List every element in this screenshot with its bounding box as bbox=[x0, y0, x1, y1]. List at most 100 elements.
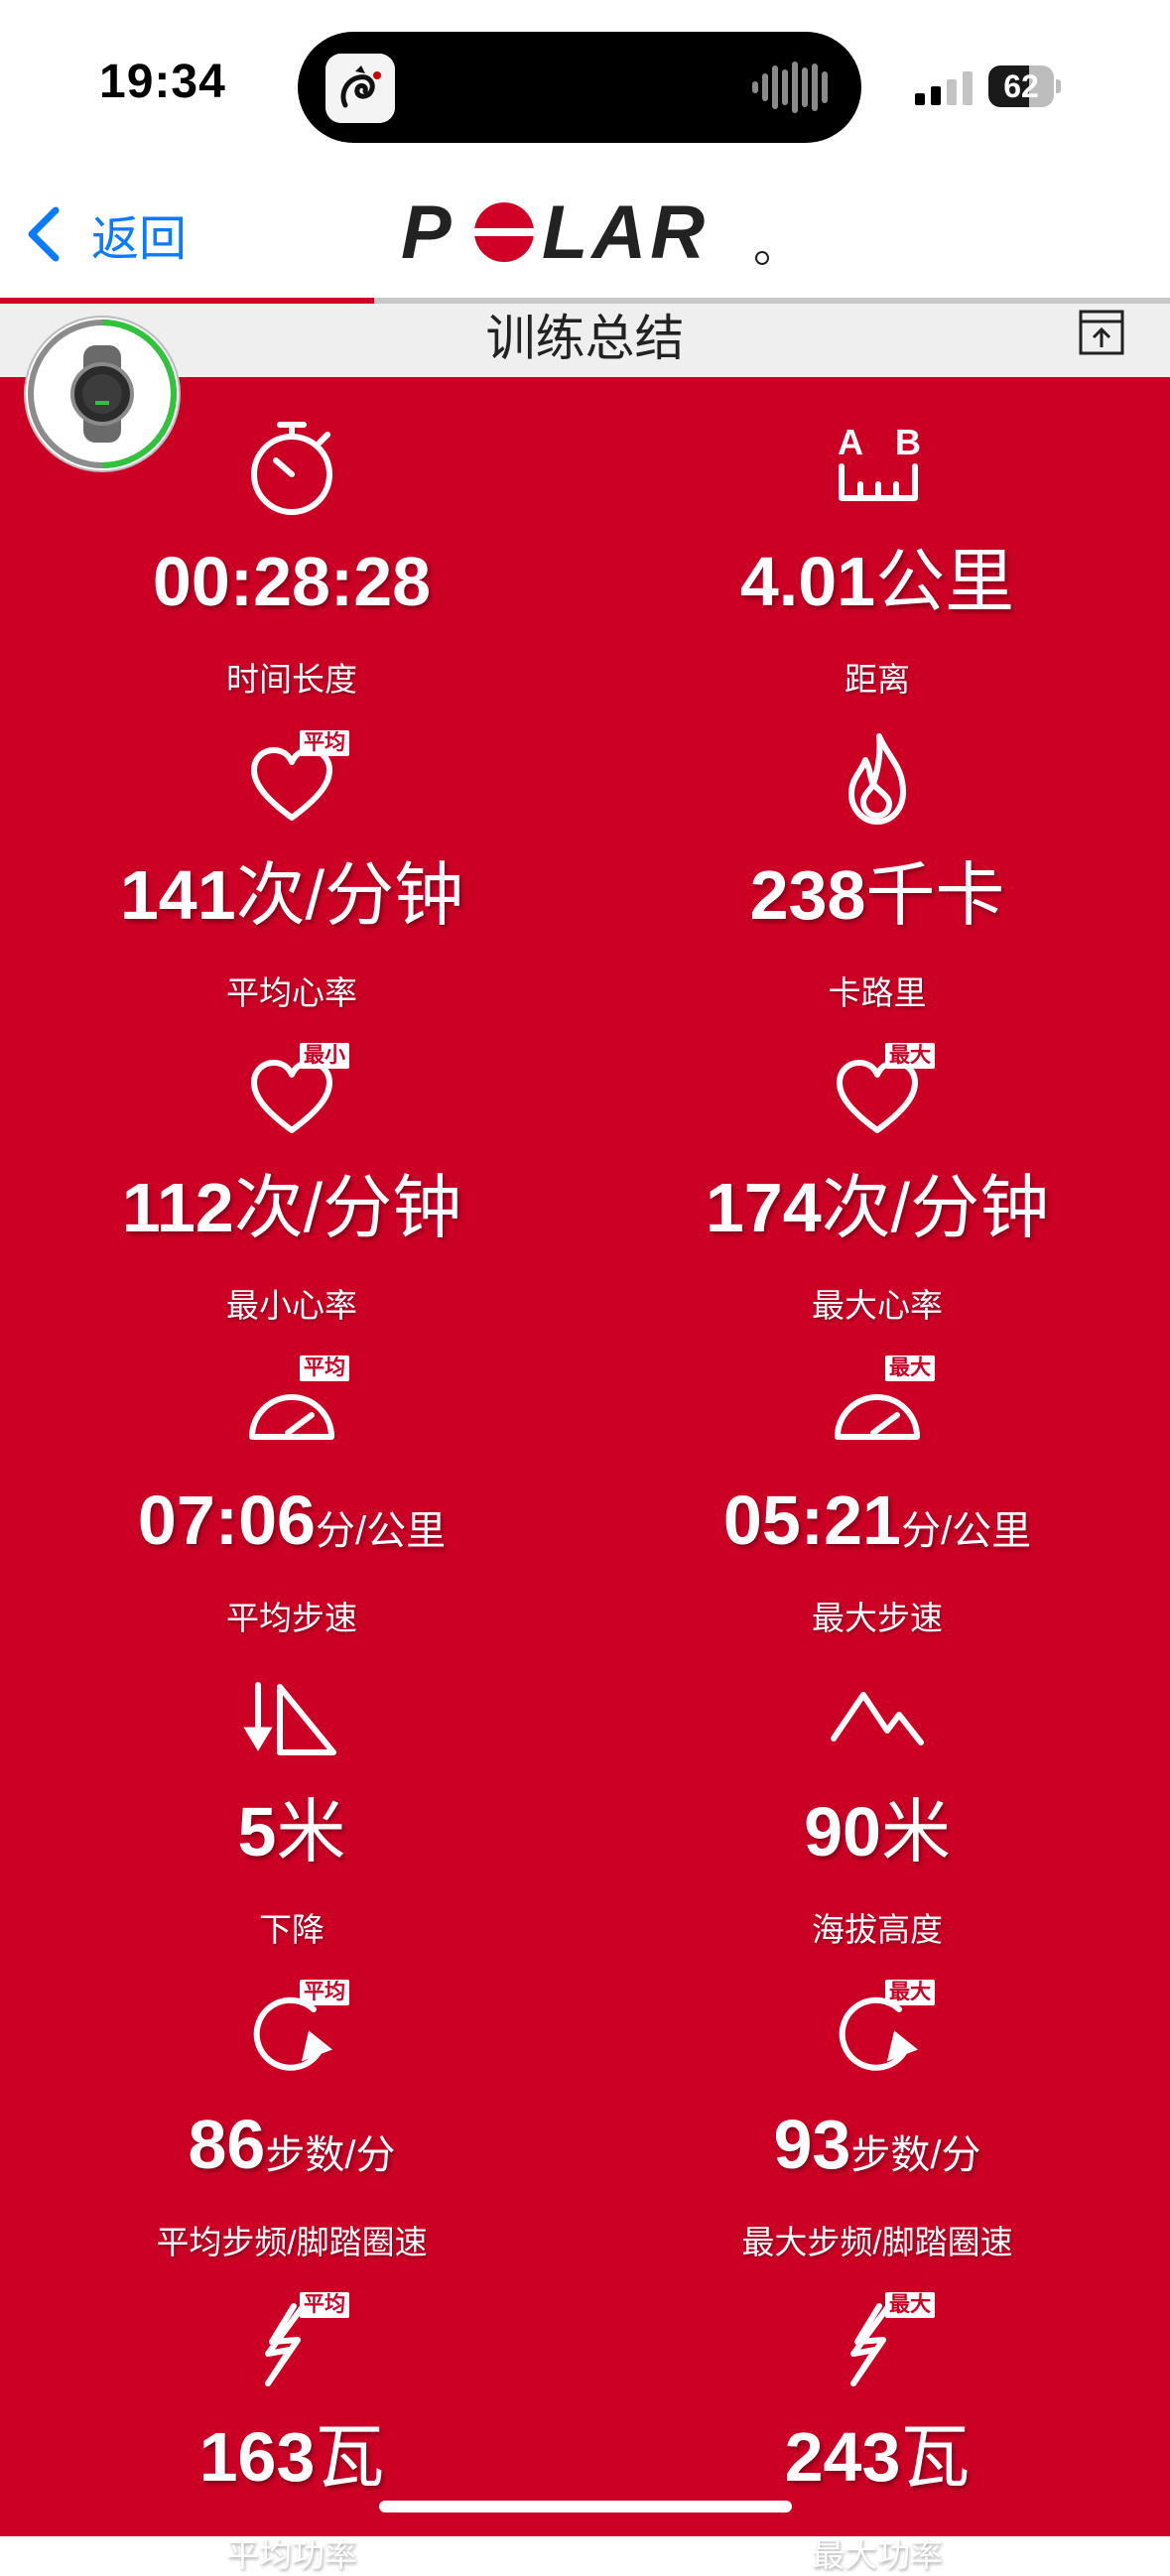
status-bar: 19:34 62 bbox=[0, 0, 1170, 169]
stat-value: 93 bbox=[773, 2106, 851, 2183]
svg-text:B: B bbox=[895, 422, 921, 462]
stat-label: 最大步频/脚踏圈速 bbox=[741, 2224, 1013, 2260]
stat-value-line: 5米 bbox=[14, 1790, 570, 1893]
stat-label: 卡路里 bbox=[828, 974, 927, 1011]
stat-tag: 平均 bbox=[300, 1980, 349, 2005]
stat-label: 最大心率 bbox=[812, 1287, 943, 1324]
stat-heart-left[interactable]: 最小 112次/分钟最小心率 bbox=[14, 1035, 570, 1327]
back-button[interactable]: 返回 bbox=[24, 194, 187, 274]
stat-mountain-right[interactable]: 90米海拔高度 bbox=[599, 1659, 1155, 1951]
stat-speedometer-right[interactable]: 最大 05:21分/公里最大步速 bbox=[599, 1348, 1155, 1639]
stat-cadence-left[interactable]: 平均 86步数/分平均步频/脚踏圈速 bbox=[14, 1972, 570, 2263]
svg-text:P: P bbox=[401, 191, 455, 274]
stat-unit: 步数/分 bbox=[265, 2133, 396, 2177]
stat-value: 86 bbox=[188, 2106, 266, 2183]
distance-icon: A B bbox=[818, 409, 937, 528]
stat-value: 174 bbox=[705, 1169, 822, 1246]
stat-flame-right[interactable]: 238千卡卡路里 bbox=[599, 722, 1155, 1014]
stat-unit: 分/公里 bbox=[315, 1509, 447, 1553]
audio-waveform-icon bbox=[752, 62, 828, 113]
heart-icon: 最大 bbox=[818, 1035, 937, 1154]
stat-speedometer-left[interactable]: 平均 07:06分/公里 平均步速 bbox=[14, 1348, 570, 1639]
stat-value: 90 bbox=[804, 1793, 881, 1870]
stat-tag: 最大 bbox=[885, 1355, 935, 1381]
stat-heart-left[interactable]: 平均 141次/分钟 平均心率 bbox=[14, 722, 570, 1014]
stat-tag: 最大 bbox=[885, 1980, 935, 2005]
back-label: 返回 bbox=[91, 213, 188, 266]
export-icon[interactable] bbox=[1078, 308, 1125, 357]
descent-icon bbox=[232, 1659, 351, 1778]
battery-percentage: 62 bbox=[1003, 68, 1039, 104]
stat-unit: 瓦 bbox=[315, 2418, 385, 2496]
stat-descent-left[interactable]: 5米下降 bbox=[14, 1659, 570, 1951]
home-indicator[interactable] bbox=[379, 2501, 792, 2512]
stat-value-line: 07:06分/公里 bbox=[14, 1479, 570, 1582]
stat-value-line: 00:28:28 bbox=[14, 540, 570, 643]
stat-label: 平均步速 bbox=[226, 1600, 357, 1636]
stat-power-left[interactable]: 平均 163瓦平均功率 bbox=[14, 2284, 570, 2576]
stat-unit: 次/分钟 bbox=[233, 1169, 462, 1246]
svg-text:LAR: LAR bbox=[542, 191, 709, 274]
heart-icon: 平均 bbox=[232, 722, 351, 841]
stat-value-line: 112次/分钟 bbox=[14, 1166, 570, 1269]
stat-label: 下降 bbox=[259, 1911, 325, 1948]
stat-unit: 次/分钟 bbox=[821, 1169, 1050, 1246]
battery-icon: 62 bbox=[988, 65, 1062, 107]
mountain-icon bbox=[818, 1659, 937, 1778]
stat-value-line: 238千卡 bbox=[599, 853, 1155, 957]
stat-unit: 步数/分 bbox=[850, 2133, 981, 2177]
cadence-icon: 最大 bbox=[818, 1972, 937, 2091]
stat-value: 163 bbox=[198, 2418, 316, 2496]
stat-tag: 最大 bbox=[885, 2292, 935, 2318]
dynamic-island bbox=[298, 32, 861, 143]
power-icon: 最大 bbox=[818, 2284, 937, 2403]
stat-label: 最大步速 bbox=[812, 1600, 943, 1636]
watch-avatar[interactable] bbox=[26, 318, 179, 470]
status-time: 19:34 bbox=[99, 56, 226, 108]
stat-label: 时间长度 bbox=[226, 661, 357, 698]
stat-tag: 平均 bbox=[300, 2292, 349, 2318]
stat-value: 05:21 bbox=[722, 1481, 901, 1559]
stat-unit: 米 bbox=[880, 1793, 951, 1870]
stat-value: 141 bbox=[119, 856, 236, 934]
cadence-icon: 平均 bbox=[232, 1972, 351, 2091]
cellular-signal-icon bbox=[915, 71, 975, 105]
stat-label: 最大功率 bbox=[812, 2536, 943, 2573]
stat-unit: 分/公里 bbox=[900, 1509, 1032, 1553]
stat-power-right[interactable]: 最大 243瓦 最大功率 bbox=[599, 2284, 1155, 2576]
svg-text:A: A bbox=[838, 422, 863, 462]
stat-label: 平均功率 bbox=[226, 2536, 357, 2573]
stat-label: 平均步频/脚踏圈速 bbox=[156, 2224, 428, 2260]
stat-value-line: 141次/分钟 bbox=[14, 853, 570, 957]
stat-tag: 平均 bbox=[300, 730, 349, 756]
stat-value-line: 90米 bbox=[599, 1790, 1155, 1893]
stat-label: 距离 bbox=[845, 661, 910, 698]
stat-unit: 公里 bbox=[875, 543, 1015, 620]
stat-label: 海拔高度 bbox=[812, 1911, 943, 1948]
power-icon: 平均 bbox=[232, 2284, 351, 2403]
speedometer-icon: 最大 bbox=[818, 1348, 937, 1467]
stat-distance-right[interactable]: A B 4.01公里距离 bbox=[599, 409, 1155, 701]
stat-tag: 最小 bbox=[300, 1043, 349, 1069]
stat-value-line: 93步数/分 bbox=[599, 2103, 1155, 2206]
stat-tag: 最大 bbox=[885, 1043, 935, 1069]
stat-value-line: 05:21分/公里 bbox=[599, 1479, 1155, 1582]
stat-cadence-right[interactable]: 最大 93步数/分最大步频/脚踏圈速 bbox=[599, 1972, 1155, 2263]
stat-heart-right[interactable]: 最大 174次/分钟最大心率 bbox=[599, 1035, 1155, 1327]
stat-value: 00:28:28 bbox=[152, 543, 432, 620]
stat-value-line: 174次/分钟 bbox=[599, 1166, 1155, 1269]
now-playing-app-icon[interactable] bbox=[325, 54, 395, 123]
heart-icon: 最小 bbox=[232, 1035, 351, 1154]
stat-label: 最小心率 bbox=[226, 1287, 357, 1324]
stat-value-line: 86步数/分 bbox=[14, 2103, 570, 2206]
stat-value-line: 4.01公里 bbox=[599, 540, 1155, 643]
stat-value: 112 bbox=[121, 1169, 234, 1246]
polar-logo: P LAR bbox=[401, 191, 769, 274]
stat-unit: 千卡 bbox=[865, 856, 1005, 934]
stat-value: 07:06 bbox=[137, 1481, 316, 1559]
stopwatch-icon bbox=[232, 409, 351, 528]
stat-unit: 次/分钟 bbox=[235, 856, 464, 934]
chevron-left-icon bbox=[28, 206, 60, 262]
flame-icon bbox=[818, 722, 937, 841]
navigation-bar: 返回 P LAR bbox=[0, 169, 1170, 298]
